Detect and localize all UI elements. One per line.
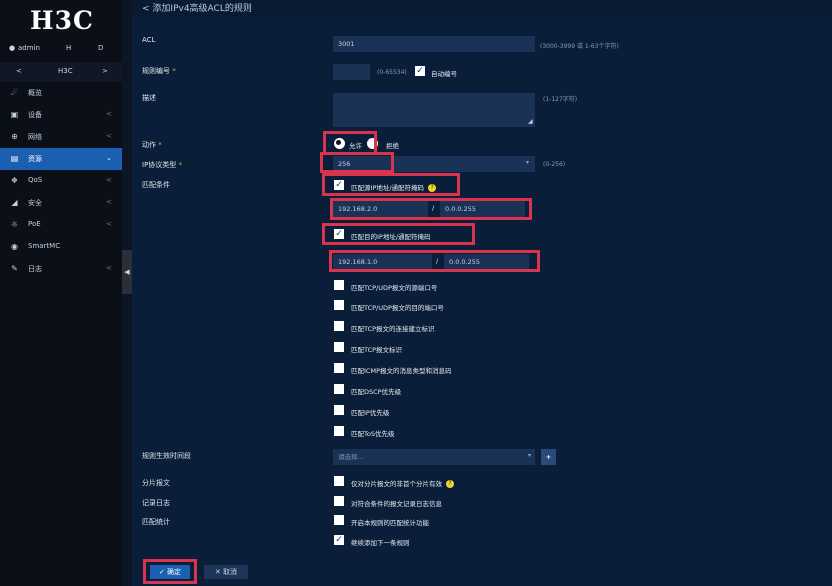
user-row: ● admin H D (0, 40, 122, 58)
continue-checkbox[interactable]: ✓ (334, 535, 344, 545)
match-ip-precedence-checkbox[interactable] (334, 405, 344, 415)
fragment-label: 分片报文 (142, 479, 170, 487)
add-time-range-button[interactable]: + (541, 449, 556, 465)
protocol-label: IP协议类型 * (142, 161, 183, 169)
match-tcp-established-checkbox[interactable] (334, 321, 344, 331)
help-icon[interactable]: ? (446, 480, 454, 488)
back-icon[interactable]: < (142, 4, 150, 14)
shield-icon: ◢ (11, 198, 18, 207)
highlight-src-checkbox (322, 173, 460, 196)
match-icmp-label: 匹配ICMP报文的消息类型和消息码 (351, 367, 452, 375)
highlight-protocol (320, 152, 394, 173)
time-range-label: 规则生效时间段 (142, 452, 191, 460)
dashboard-icon: ☄ (10, 88, 19, 97)
match-tos-checkbox[interactable] (334, 426, 344, 436)
match-icmp-checkbox[interactable] (334, 363, 344, 373)
acl-input[interactable]: 3001 (333, 36, 535, 52)
rule-id-label: 规则编号 * (142, 67, 176, 75)
logout-icon[interactable]: D (98, 44, 103, 52)
page-title: < 添加IPv4高级ACL的规则 (142, 4, 252, 14)
chevron-left-icon: < (106, 220, 112, 228)
sidebar-item-network[interactable]: ⊕ 网络 < (0, 126, 122, 148)
match-tcpudp-dst-port-label: 匹配TCP/UDP报文的目的端口号 (351, 304, 444, 312)
match-dscp-label: 匹配DSCP优先级 (351, 388, 402, 396)
sidebar-item-security[interactable]: ◢ 安全 < (0, 192, 122, 214)
description-label: 描述 (142, 94, 156, 102)
match-tcp-flag-label: 匹配TCP报文标识 (351, 346, 403, 354)
sidebar-item-smartmc[interactable]: ◉ SmartMC (0, 236, 122, 258)
logging-text: 对符合条件的报文记录日志信息 (351, 500, 442, 508)
sidebar-item-device[interactable]: ▣ 设备 < (0, 104, 122, 126)
chevron-left-icon: < (106, 176, 112, 184)
device-icon: ▣ (10, 110, 19, 119)
acl-hint: (3000-3999 或 1-63个字符) (540, 43, 619, 50)
counting-text: 开启本规则的匹配统计功能 (351, 519, 429, 527)
qos-icon: ❖ (10, 176, 19, 185)
match-tcpudp-src-port-label: 匹配TCP/UDP报文的源端口号 (351, 284, 438, 292)
sidebar-item-log[interactable]: ✎ 日志 < (0, 258, 122, 280)
poe-icon: ☼ (10, 220, 19, 229)
match-tcpudp-dst-port-checkbox[interactable] (334, 300, 344, 310)
highlight-ok-button (143, 559, 197, 584)
sidebar-nav-row: < H3C > (0, 62, 122, 82)
deny-label: 拒绝 (386, 142, 399, 150)
cancel-button[interactable]: ✕ 取消 (204, 565, 248, 579)
sidebar-item-poe[interactable]: ☼ PoE < (0, 214, 122, 236)
nav-prev-icon[interactable]: < (16, 67, 22, 75)
logging-label: 记录日志 (142, 499, 170, 507)
username[interactable]: admin (18, 44, 40, 52)
h3c-logo: H3C (30, 6, 94, 35)
fragment-text: 仅对分片报文的非首个分片有效? (351, 478, 454, 488)
acl-label: ACL (142, 36, 156, 44)
match-tcp-established-label: 匹配TCP报文的连接建立标识 (351, 325, 435, 333)
highlight-dst-fields (329, 250, 540, 272)
time-range-select[interactable]: 请选择... (333, 449, 535, 465)
log-icon: ✎ (11, 264, 18, 273)
match-conditions-label: 匹配条件 (142, 181, 170, 189)
resize-handle-icon[interactable]: ◢ (528, 118, 533, 125)
chevron-left-icon: < (106, 132, 112, 140)
network-icon: ⊕ (11, 132, 18, 141)
sidebar-collapse-icon[interactable]: ◀ (122, 250, 132, 294)
home-icon[interactable]: H (66, 44, 71, 52)
sidebar-item-qos[interactable]: ❖ QoS < (0, 170, 122, 192)
chevron-down-icon: ⌄ (106, 154, 112, 162)
logging-checkbox[interactable] (334, 496, 344, 506)
chevron-left-icon: < (106, 198, 112, 206)
auto-number-label: 自动编号 (431, 70, 457, 78)
highlight-src-fields (330, 198, 532, 220)
description-textarea[interactable] (333, 93, 535, 127)
close-icon: ✕ (214, 568, 221, 576)
chevron-left-icon: < (106, 264, 112, 272)
rule-id-hint: (0-65534) (377, 69, 407, 76)
nav-next-icon[interactable]: > (102, 67, 108, 75)
user-icon: ● (9, 44, 16, 52)
counting-checkbox[interactable] (334, 515, 344, 525)
continue-text: 继续添加下一条规则 (351, 539, 410, 547)
sidebar-menu: ☄ 概览 ▣ 设备 < ⊕ 网络 < ▤ 资源 ⌄ ❖ QoS < ◢ 安全 < ☼ PoE < ◉ Sma… (0, 82, 122, 280)
resource-icon: ▤ (10, 154, 19, 163)
chevron-down-icon[interactable]: ▾ (528, 452, 531, 459)
match-ip-precedence-label: 匹配IP优先级 (351, 409, 390, 417)
chevron-down-icon[interactable]: ▾ (526, 159, 529, 166)
chevron-left-icon: < (106, 110, 112, 118)
smartmc-icon: ◉ (11, 242, 18, 251)
sidebar-item-overview[interactable]: ☄ 概览 (0, 82, 122, 104)
highlight-dst-checkbox (322, 223, 475, 245)
nav-label: H3C (58, 67, 73, 75)
auto-number-checkbox[interactable]: ✓ (415, 66, 425, 76)
match-tos-label: 匹配ToS优先级 (351, 430, 395, 438)
match-tcp-flag-checkbox[interactable] (334, 342, 344, 352)
match-dscp-checkbox[interactable] (334, 384, 344, 394)
action-label: 动作 * (142, 141, 162, 149)
sidebar-item-resource[interactable]: ▤ 资源 ⌄ (0, 148, 122, 170)
description-hint: (1-127字符) (543, 96, 578, 103)
fragment-checkbox[interactable] (334, 476, 344, 486)
sidebar: H3C ● admin H D < H3C > ☄ 概览 ▣ 设备 < ⊕ 网络 < ▤ 资… (0, 0, 122, 586)
rule-id-input[interactable] (333, 64, 370, 80)
match-tcpudp-src-port-checkbox[interactable] (334, 280, 344, 290)
counting-label: 匹配统计 (142, 518, 170, 526)
protocol-hint: (0-256) (543, 161, 566, 168)
